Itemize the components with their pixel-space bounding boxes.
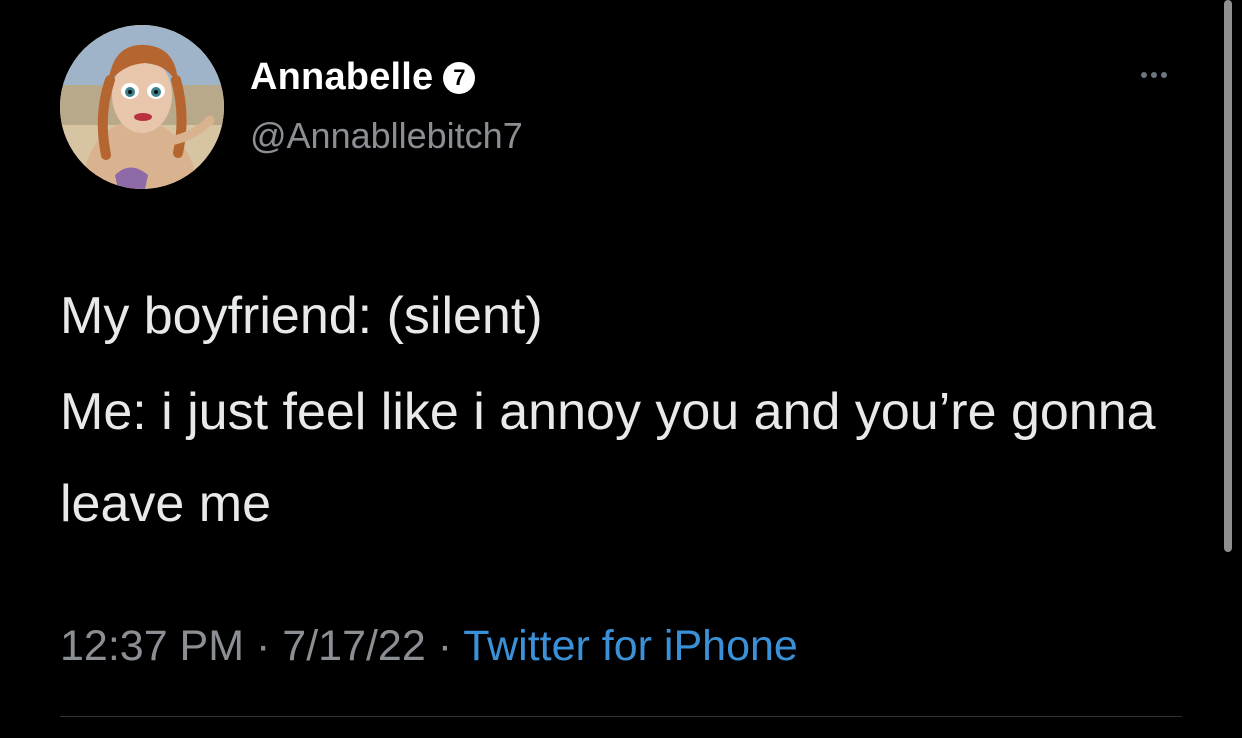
tweet-card: Annabelle 7 @Annabllebitch7 My boyfriend… [0, 0, 1242, 738]
tweet-text: My boyfriend: (silent) Me: i just feel l… [60, 270, 1190, 550]
dot [1141, 72, 1147, 78]
tweet-meta: 12:37 PM · 7/17/22 · Twitter for iPhone [60, 622, 798, 671]
display-name[interactable]: Annabelle [250, 56, 433, 99]
avatar-image [60, 25, 224, 189]
tweet-source-link[interactable]: Twitter for iPhone [463, 622, 798, 670]
avatar[interactable] [60, 25, 224, 189]
dot [1161, 72, 1167, 78]
scrollbar[interactable] [1224, 0, 1232, 552]
meta-separator: · [437, 622, 453, 670]
badge-icon: 7 [443, 62, 476, 94]
tweet-time[interactable]: 12:37 PM [60, 622, 244, 670]
more-horizontal-icon[interactable] [1124, 60, 1184, 90]
author-name-row[interactable]: Annabelle 7 [250, 55, 476, 99]
dot [1151, 72, 1157, 78]
tweet-text-line: Me: i just feel like i annoy you and you… [60, 383, 1156, 533]
tweet-text-line: My boyfriend: (silent) [60, 287, 543, 345]
meta-separator: · [256, 622, 271, 670]
tweet-date[interactable]: 7/17/22 [282, 622, 425, 670]
user-handle[interactable]: @Annabllebitch7 [250, 115, 523, 157]
divider [60, 716, 1182, 717]
